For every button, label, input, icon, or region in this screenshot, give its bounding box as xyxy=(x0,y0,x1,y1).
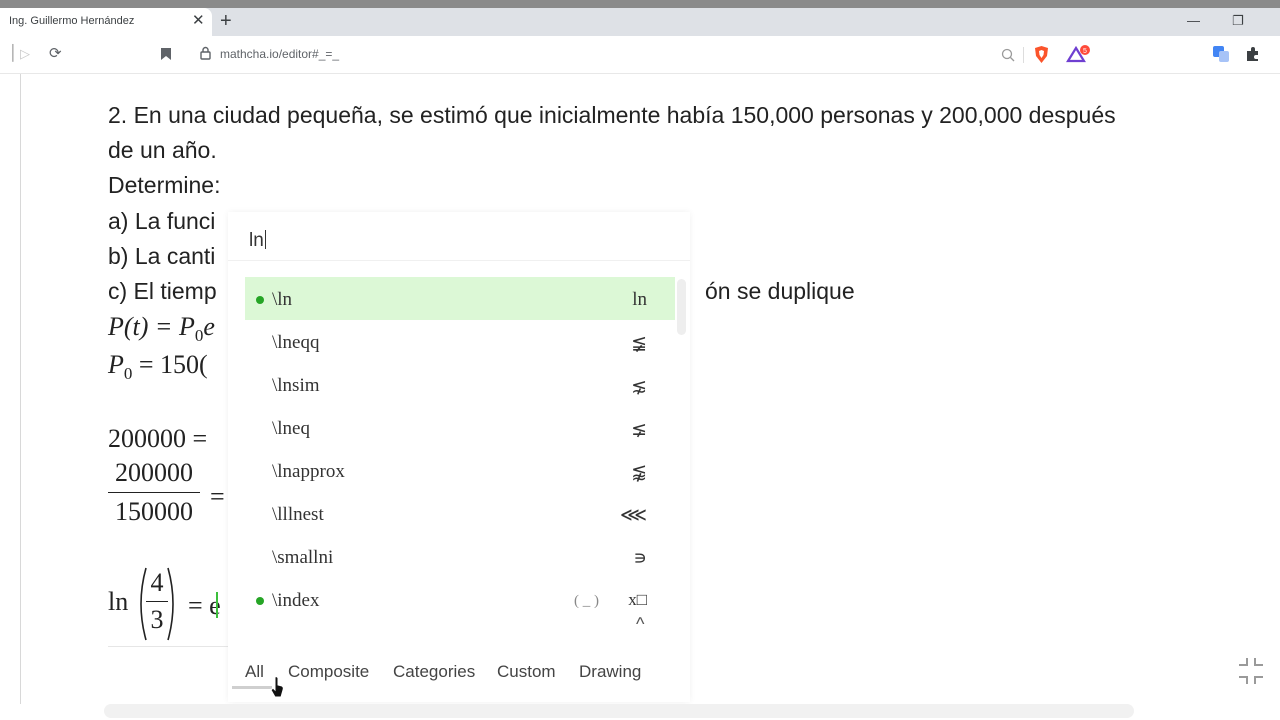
more-up-indicator: ^ xyxy=(636,614,645,634)
item-command: \lnsim xyxy=(272,375,320,396)
autocomplete-item[interactable]: \lllnest ⋘ xyxy=(245,492,675,535)
problem-line-1: 2. En una ciudad pequeña, se estimó que … xyxy=(108,102,1116,128)
forward-icon[interactable]: ▷ xyxy=(20,45,30,63)
item-command: \lneqq xyxy=(272,332,320,353)
tab-title: Ing. Guillermo Hernández xyxy=(9,15,135,27)
browser-tab[interactable]: Ing. Guillermo Hernández ✕ xyxy=(0,8,212,36)
autocomplete-list: \ln ln \lneqq ≨ \lnsim ⋦ \lneq ⪇ \lnappr… xyxy=(245,277,675,621)
ln-numerator: 4 xyxy=(150,568,164,597)
item-symbol: ⋘ xyxy=(619,505,647,526)
autocomplete-scrollbar[interactable] xyxy=(677,279,686,335)
autocomplete-item[interactable]: \lnapprox ⪉ xyxy=(245,449,675,492)
fraction-denominator: 150000 xyxy=(115,497,193,526)
item-command: \smallni xyxy=(272,547,334,568)
extensions-icon[interactable] xyxy=(1245,46,1261,62)
fraction-bar xyxy=(108,492,200,493)
tab-bar: Ing. Guillermo Hernández ✕ + — ❐ xyxy=(0,8,1280,36)
problem-item-c: c) El tiemp xyxy=(108,278,217,304)
ln-fraction-bar xyxy=(146,601,168,602)
autocomplete-item[interactable]: \lneq ⪇ xyxy=(245,406,675,449)
item-symbol: ln xyxy=(632,289,647,310)
autocomplete-separator xyxy=(228,260,690,261)
equation-substitution: 200000 = xyxy=(108,424,208,453)
item-symbol-extra: ( _ ) xyxy=(574,593,599,609)
fraction-ratio: 200000 150000 xyxy=(108,458,200,527)
problem-item-a: a) La funci xyxy=(108,208,216,234)
minimize-button[interactable]: — xyxy=(1187,12,1200,30)
item-symbol: ⋦ xyxy=(631,376,647,397)
tab-drawing[interactable]: Drawing xyxy=(579,662,641,682)
window-top-strip xyxy=(0,0,1280,8)
autocomplete-item[interactable]: \lnsim ⋦ xyxy=(245,363,675,406)
active-tab-underline xyxy=(232,686,272,689)
item-command: \lneq xyxy=(272,418,310,439)
problem-line-3: Determine: xyxy=(108,172,221,198)
browser-toolbar: ▕ ▷ ⟳ mathcha.io/editor#_=_ 5 xyxy=(0,36,1280,74)
equation-initial-text: P xyxy=(108,350,124,379)
problem-line-2: de un año. xyxy=(108,137,217,163)
favorite-dot-icon xyxy=(256,597,264,605)
item-command: \ln xyxy=(272,289,293,310)
edit-caret xyxy=(216,592,218,618)
translate-icon[interactable] xyxy=(1213,46,1229,62)
mouse-pointer-icon xyxy=(270,676,284,698)
equation-model: P(t) = P0e xyxy=(108,312,215,346)
equation-model-text: P(t) = P xyxy=(108,312,195,341)
brave-shield-icon[interactable] xyxy=(1033,45,1050,64)
equation-model-tail: e xyxy=(203,312,215,341)
tab-all[interactable]: All xyxy=(245,662,264,682)
item-command: \index xyxy=(272,590,320,611)
tab-custom[interactable]: Custom xyxy=(497,662,556,682)
autocomplete-item[interactable]: \index ( _ ) x□ xyxy=(245,578,675,621)
restore-button[interactable]: ❐ xyxy=(1232,12,1244,30)
lock-icon xyxy=(200,46,211,60)
horizontal-scrollbar[interactable] xyxy=(104,704,1134,718)
item-command: \lllnest xyxy=(272,504,324,525)
ln-fraction: 4 3 xyxy=(146,568,168,635)
autocomplete-input[interactable]: ln xyxy=(249,230,266,252)
item-command: \lnapprox xyxy=(272,461,345,482)
tab-composite[interactable]: Composite xyxy=(288,662,369,682)
favorite-dot-icon xyxy=(256,296,264,304)
item-symbol: ≨ xyxy=(631,333,647,354)
new-tab-button[interactable]: + xyxy=(220,10,232,32)
autocomplete-query: ln xyxy=(249,230,264,251)
zoom-icon[interactable] xyxy=(1001,48,1015,62)
autocomplete-item[interactable]: \smallni ∍ xyxy=(245,535,675,578)
item-symbol: ∍ xyxy=(633,548,647,569)
fraction-equals: = xyxy=(210,482,225,511)
text-caret xyxy=(264,230,266,249)
collapse-icon[interactable] xyxy=(1238,657,1264,685)
page-margin-rule xyxy=(20,74,21,704)
symbol-autocomplete-popup: ln \ln ln \lneqq ≨ \lnsim ⋦ \lneq ⪇ \lna… xyxy=(228,212,690,702)
svg-text:5: 5 xyxy=(1083,48,1087,55)
brave-rewards-icon[interactable]: 5 xyxy=(1066,45,1092,64)
toolbar-divider xyxy=(1023,47,1024,63)
reload-icon[interactable]: ⟳ xyxy=(49,45,62,63)
right-paren xyxy=(167,567,174,641)
autocomplete-item[interactable]: \ln ln xyxy=(245,277,675,320)
problem-item-c-tail: ón se duplique xyxy=(705,278,855,304)
tab-categories[interactable]: Categories xyxy=(393,662,475,682)
item-symbol: x□ xyxy=(628,590,647,609)
problem-item-b: b) La canti xyxy=(108,243,216,269)
equation-initial-tail: = 150( xyxy=(132,350,208,379)
fraction-numerator: 200000 xyxy=(115,458,193,487)
tab-close-icon[interactable]: ✕ xyxy=(192,12,205,30)
autocomplete-item[interactable]: \lneqq ≨ xyxy=(245,320,675,363)
item-symbol: ⪉ xyxy=(631,462,647,483)
item-symbol: ⪇ xyxy=(631,419,647,440)
equation-initial: P0 = 150( xyxy=(108,350,208,384)
ln-function: ln xyxy=(108,587,129,616)
document-bottom-rule xyxy=(108,646,228,647)
bookmark-icon[interactable] xyxy=(160,47,172,61)
address-bar[interactable]: mathcha.io/editor#_=_ xyxy=(220,47,339,61)
ln-denominator: 3 xyxy=(150,605,164,634)
back-icon[interactable]: ▕ xyxy=(2,45,14,63)
